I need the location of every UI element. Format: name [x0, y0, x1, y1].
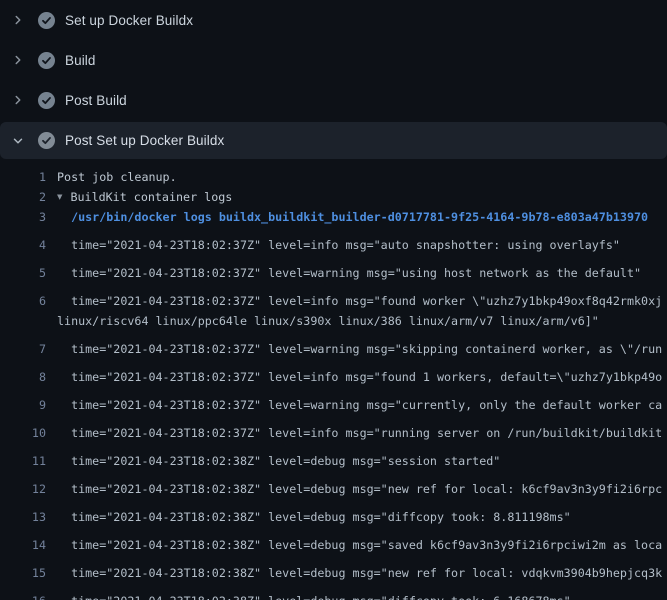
check-circle-icon [38, 12, 55, 29]
line-number[interactable]: 14 [0, 535, 46, 555]
step-title: Post Build [65, 93, 127, 108]
line-number[interactable]: 2 [0, 187, 46, 207]
log-line: 8 time="2021-04-23T18:02:37Z" level=info… [0, 359, 667, 387]
step-post-set-up-docker-buildx[interactable]: Post Set up Docker Buildx [0, 122, 667, 159]
line-number[interactable]: 8 [0, 367, 46, 387]
log-line: linux/riscv64 linux/ppc64le linux/s390x … [0, 311, 667, 331]
check-circle-icon [38, 92, 55, 109]
step-post-build[interactable]: Post Build [0, 80, 667, 120]
step-set-up-docker-buildx[interactable]: Set up Docker Buildx [0, 0, 667, 40]
log-text: linux/riscv64 linux/ppc64le linux/s390x … [57, 311, 599, 331]
chevron-right-icon [10, 92, 26, 108]
log-line: 3 /usr/bin/docker logs buildx_buildkit_b… [0, 207, 667, 227]
log-line: 11 time="2021-04-23T18:02:38Z" level=deb… [0, 443, 667, 471]
log-line: 1 Post job cleanup. [0, 167, 667, 187]
step-title: Build [65, 53, 96, 68]
line-number[interactable]: 13 [0, 507, 46, 527]
line-number[interactable]: 1 [0, 167, 46, 187]
line-number[interactable]: 3 [0, 207, 46, 227]
line-number[interactable]: 7 [0, 339, 46, 359]
chevron-down-icon [10, 133, 26, 149]
group-expanded-triangle-icon[interactable]: ▼ [57, 188, 62, 208]
step-title: Post Set up Docker Buildx [65, 133, 224, 148]
log-line: 10 time="2021-04-23T18:02:37Z" level=inf… [0, 415, 667, 443]
log-line: 2 ▼ BuildKit container logs [0, 187, 667, 207]
log-line: 5 time="2021-04-23T18:02:37Z" level=warn… [0, 255, 667, 283]
log-text: time="2021-04-23T18:02:38Z" level=debug … [57, 479, 662, 499]
log-text: time="2021-04-23T18:02:38Z" level=debug … [57, 451, 500, 471]
log-text: Post job cleanup. [57, 167, 177, 187]
log-text: time="2021-04-23T18:02:37Z" level=warnin… [57, 263, 641, 283]
log-line: 13 time="2021-04-23T18:02:38Z" level=deb… [0, 499, 667, 527]
log-text: time="2021-04-23T18:02:37Z" level=warnin… [57, 395, 662, 415]
command-text: /usr/bin/docker logs buildx_buildkit_bui… [57, 207, 648, 227]
chevron-right-icon [10, 12, 26, 28]
log-line: 4 time="2021-04-23T18:02:37Z" level=info… [0, 227, 667, 255]
log-line: 9 time="2021-04-23T18:02:37Z" level=warn… [0, 387, 667, 415]
check-circle-icon [38, 52, 55, 69]
log-line: 7 time="2021-04-23T18:02:37Z" level=warn… [0, 331, 667, 359]
line-number[interactable]: 9 [0, 395, 46, 415]
log-line: 14 time="2021-04-23T18:02:38Z" level=deb… [0, 527, 667, 555]
line-number[interactable]: 10 [0, 423, 46, 443]
check-circle-icon [38, 132, 55, 149]
line-number [0, 311, 46, 331]
log-text: time="2021-04-23T18:02:38Z" level=debug … [57, 591, 571, 600]
log-text: time="2021-04-23T18:02:38Z" level=debug … [57, 563, 662, 583]
log-lines: 1 Post job cleanup. 2 ▼ BuildKit container … [0, 159, 667, 600]
log-text: time="2021-04-23T18:02:37Z" level=warnin… [57, 339, 662, 359]
log-text: time="2021-04-23T18:02:37Z" level=info m… [57, 235, 620, 255]
step-title: Set up Docker Buildx [65, 13, 193, 28]
actions-log-viewer: Set up Docker Buildx Build Post Build Po… [0, 0, 667, 600]
step-build[interactable]: Build [0, 40, 667, 80]
log-text: time="2021-04-23T18:02:38Z" level=debug … [57, 507, 571, 527]
line-number[interactable]: 15 [0, 563, 46, 583]
line-number[interactable]: 5 [0, 263, 46, 283]
chevron-right-icon [10, 52, 26, 68]
log-line: 12 time="2021-04-23T18:02:38Z" level=deb… [0, 471, 667, 499]
line-number[interactable]: 16 [0, 591, 46, 600]
line-number[interactable]: 6 [0, 291, 46, 311]
log-group-title[interactable]: ▼ BuildKit container logs [57, 187, 232, 207]
log-text: time="2021-04-23T18:02:38Z" level=debug … [57, 535, 662, 555]
log-text: time="2021-04-23T18:02:37Z" level=info m… [57, 291, 662, 311]
log-line: 16 time="2021-04-23T18:02:38Z" level=deb… [0, 583, 667, 600]
log-text: time="2021-04-23T18:02:37Z" level=info m… [57, 423, 662, 443]
line-number[interactable]: 4 [0, 235, 46, 255]
log-line: 15 time="2021-04-23T18:02:38Z" level=deb… [0, 555, 667, 583]
log-text: time="2021-04-23T18:02:37Z" level=info m… [57, 367, 662, 387]
log-line: 6 time="2021-04-23T18:02:37Z" level=info… [0, 283, 667, 311]
line-number[interactable]: 11 [0, 451, 46, 471]
line-number[interactable]: 12 [0, 479, 46, 499]
